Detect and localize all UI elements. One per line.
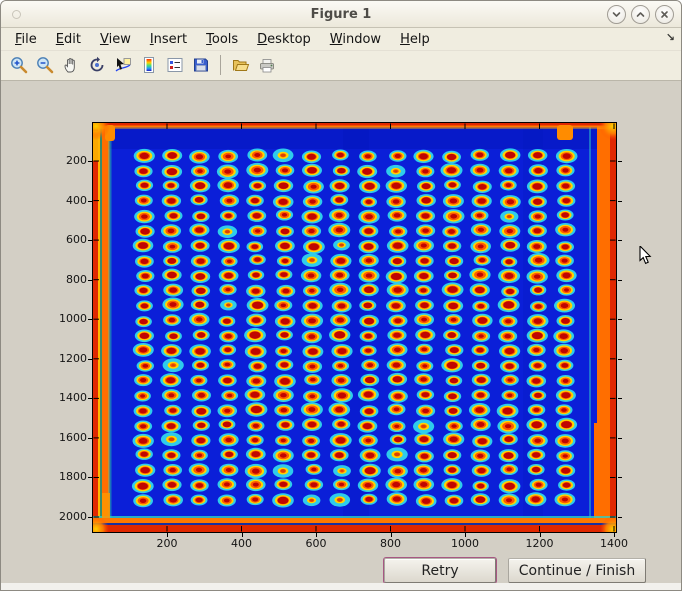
x-tick-label: 1200 bbox=[515, 537, 565, 551]
title-bar[interactable]: Figure 1 bbox=[1, 1, 681, 28]
x-tick-label: 400 bbox=[217, 537, 267, 551]
retry-button[interactable]: Retry bbox=[384, 558, 496, 583]
menu-item-tools[interactable]: Tools bbox=[200, 31, 244, 48]
window-bottom-strip bbox=[1, 583, 681, 590]
y-tick-label: 1800 bbox=[45, 470, 87, 484]
open-folder-icon[interactable] bbox=[229, 54, 252, 77]
continue-finish-button[interactable]: Continue / Finish bbox=[508, 558, 646, 583]
menu-item-insert[interactable]: Insert bbox=[144, 31, 193, 48]
menu-item-edit[interactable]: Edit bbox=[50, 31, 87, 48]
y-tick-label: 1400 bbox=[45, 391, 87, 405]
y-tick-label: 400 bbox=[45, 194, 87, 208]
x-tick-label: 1400 bbox=[589, 537, 639, 551]
dock-figure-icon[interactable]: ↘ bbox=[666, 31, 675, 44]
colorbar-icon[interactable] bbox=[137, 54, 160, 77]
y-tick-mark bbox=[88, 161, 92, 162]
y-tick-mark bbox=[88, 319, 92, 320]
close-button[interactable] bbox=[655, 5, 674, 24]
y-tick-mark bbox=[618, 319, 622, 320]
y-tick-mark bbox=[88, 477, 92, 478]
y-tick-mark bbox=[88, 359, 92, 360]
menu-bar: File Edit View Insert Tools Desktop Window Help bbox=[1, 28, 681, 50]
y-tick-mark bbox=[88, 240, 92, 241]
window-title: Figure 1 bbox=[1, 1, 681, 28]
heatmap-image bbox=[93, 123, 616, 532]
y-tick-label: 800 bbox=[45, 273, 87, 287]
y-tick-mark bbox=[618, 438, 622, 439]
x-tick-mark bbox=[242, 533, 243, 537]
menu-item-file[interactable]: File bbox=[9, 31, 43, 48]
x-tick-mark bbox=[167, 533, 168, 537]
y-tick-mark bbox=[88, 438, 92, 439]
save-icon[interactable] bbox=[189, 54, 212, 77]
y-tick-mark bbox=[618, 517, 622, 518]
x-tick-label: 1000 bbox=[440, 537, 490, 551]
y-tick-label: 600 bbox=[45, 233, 87, 247]
x-tick-mark bbox=[465, 533, 466, 537]
toolbar bbox=[1, 50, 681, 81]
y-tick-mark bbox=[618, 280, 622, 281]
menu-item-help[interactable]: Help bbox=[394, 31, 436, 48]
y-tick-label: 2000 bbox=[45, 510, 87, 524]
y-tick-label: 1000 bbox=[45, 312, 87, 326]
x-tick-mark bbox=[614, 533, 615, 537]
pan-icon[interactable] bbox=[59, 54, 82, 77]
maximize-button[interactable] bbox=[631, 5, 650, 24]
data-cursor-icon[interactable] bbox=[111, 54, 134, 77]
minimize-button[interactable] bbox=[607, 5, 626, 24]
y-tick-mark bbox=[618, 161, 622, 162]
x-tick-label: 200 bbox=[142, 537, 192, 551]
y-tick-mark bbox=[88, 517, 92, 518]
menu-item-desktop[interactable]: Desktop bbox=[251, 31, 317, 48]
menu-item-view[interactable]: View bbox=[94, 31, 137, 48]
figure-canvas: Retry Continue / Finish 200 400 600 800 1000… bbox=[2, 81, 682, 585]
y-tick-mark bbox=[618, 477, 622, 478]
x-tick-label: 600 bbox=[291, 537, 341, 551]
x-tick-mark bbox=[540, 533, 541, 537]
y-tick-label: 1600 bbox=[45, 431, 87, 445]
y-tick-mark bbox=[618, 240, 622, 241]
x-tick-label: 800 bbox=[366, 537, 416, 551]
y-tick-mark bbox=[618, 201, 622, 202]
toolbar-separator bbox=[220, 55, 221, 75]
figure-window: Figure 1 File Edit View Insert Tools Desktop W… bbox=[0, 0, 682, 591]
window-controls bbox=[607, 5, 674, 24]
print-icon[interactable] bbox=[255, 54, 278, 77]
legend-icon[interactable] bbox=[163, 54, 186, 77]
y-tick-mark bbox=[88, 280, 92, 281]
y-tick-label: 1200 bbox=[45, 352, 87, 366]
zoom-in-icon[interactable] bbox=[7, 54, 30, 77]
y-tick-mark bbox=[618, 398, 622, 399]
zoom-out-icon[interactable] bbox=[33, 54, 56, 77]
rotate-3d-icon[interactable] bbox=[85, 54, 108, 77]
y-tick-mark bbox=[618, 359, 622, 360]
y-tick-mark bbox=[88, 398, 92, 399]
mouse-cursor bbox=[639, 246, 652, 265]
x-tick-mark bbox=[391, 533, 392, 537]
y-tick-label: 200 bbox=[45, 154, 87, 168]
y-tick-mark bbox=[88, 201, 92, 202]
menu-item-window[interactable]: Window bbox=[324, 31, 387, 48]
x-tick-mark bbox=[316, 533, 317, 537]
